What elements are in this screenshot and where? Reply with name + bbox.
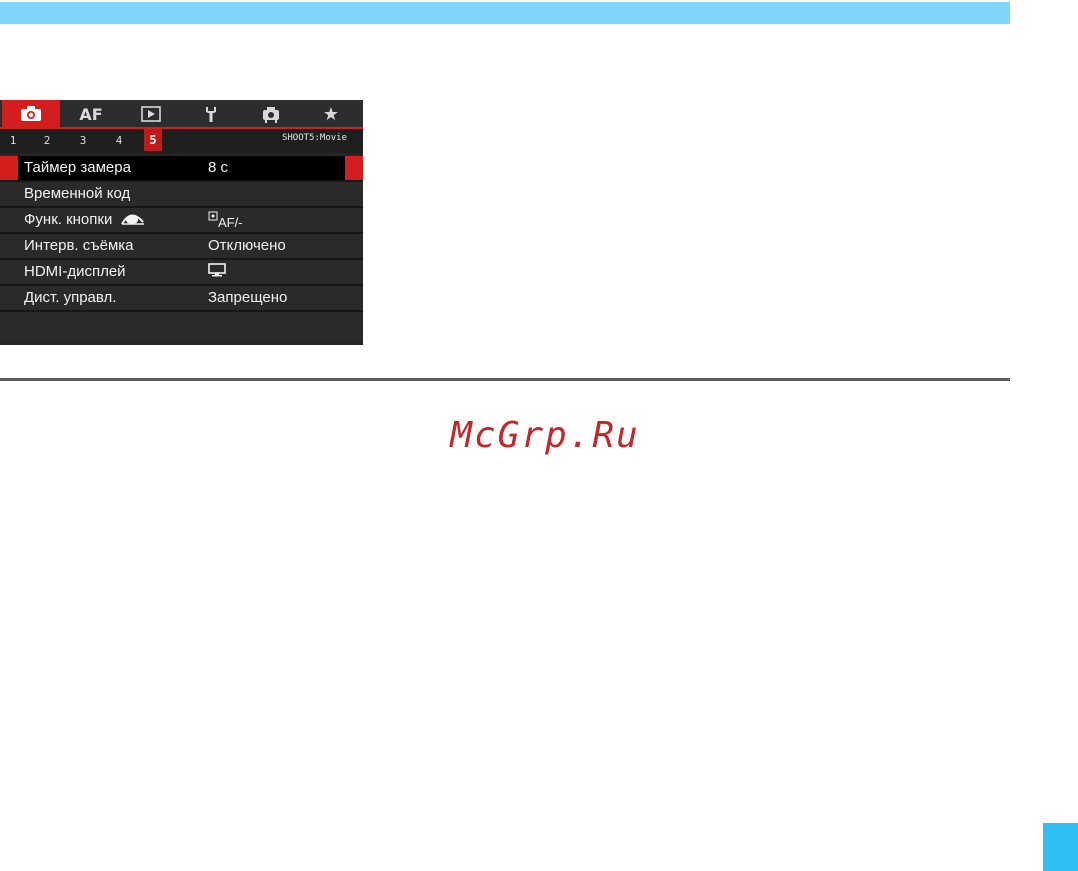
menu-row-empty [0, 312, 363, 340]
menu-row-remote-control[interactable]: Дист. управл. Запрещено [0, 286, 363, 312]
tab-custom-functions[interactable] [242, 100, 300, 128]
custom-functions-icon [263, 107, 279, 123]
subtab-2[interactable]: 2 [38, 129, 56, 151]
row-value: Запрещено [208, 289, 288, 306]
sub-tabs: 1 2 3 4 5 SHOOT5:Movie [0, 129, 363, 153]
star-icon: ★ [322, 103, 340, 125]
selection-edge-right [345, 156, 363, 180]
row-value: AF/- [218, 215, 243, 230]
tab-playback[interactable] [122, 100, 180, 128]
menu-row-hdmi-display[interactable]: HDMI-дисплей [0, 260, 363, 286]
playback-icon [141, 106, 161, 122]
subtab-4[interactable]: 4 [110, 129, 128, 151]
row-label: Функ. кнопки [24, 211, 113, 228]
menu-row-time-code[interactable]: Временной код [0, 182, 363, 208]
row-value: 8 с [208, 159, 229, 176]
selection-edge-left [0, 156, 18, 180]
camera-icon [21, 106, 41, 121]
subtab-5-label: 5 [149, 133, 157, 147]
section-divider [0, 378, 1010, 381]
row-label: HDMI-дисплей [24, 263, 126, 280]
subtab-5[interactable]: 5 [144, 129, 162, 151]
top-header-bar [0, 2, 1010, 24]
watermark-text: McGrp.Ru [450, 415, 640, 456]
subtab-4-label: 4 [115, 133, 123, 147]
eye-icon [120, 214, 144, 225]
row-label-wrap: Функ. кнопки [24, 211, 145, 228]
menu-row-metering-timer[interactable]: Таймер замера 8 с [0, 156, 363, 182]
tab-my-menu[interactable]: ★ [302, 100, 360, 128]
row-label: Дист. управл. [24, 289, 117, 306]
section-label: SHOOT5:Movie [281, 133, 347, 143]
row-value-wrap [208, 263, 226, 280]
row-value-wrap: AF/- [208, 211, 243, 231]
af-frame-icon [208, 211, 218, 221]
subtab-3[interactable]: 3 [74, 129, 92, 151]
subtab-2-label: 2 [43, 133, 51, 147]
page-corner-tab [1043, 823, 1078, 871]
wrench-icon [206, 107, 216, 122]
tab-af-label: AF [79, 104, 103, 124]
row-value: Отключено [208, 237, 286, 254]
camera-menu-screen: AF ★ 1 2 3 4 5 SHOOT5:Movie Таймер замер… [0, 100, 363, 345]
row-label: Таймер замера [24, 159, 131, 176]
subtab-1[interactable]: 1 [4, 129, 22, 151]
row-label: Временной код [24, 185, 131, 202]
menu-row-button-functions[interactable]: Функ. кнопки AF/- [0, 208, 363, 234]
subtab-3-label: 3 [79, 133, 87, 147]
tab-af[interactable]: AF [62, 100, 120, 128]
subtab-1-label: 1 [9, 133, 17, 147]
tab-setup[interactable] [182, 100, 240, 128]
menu-row-interval-shooting[interactable]: Интерв. съёмка Отключено [0, 234, 363, 260]
menu-list: Таймер замера 8 с Временной код Функ. кн… [0, 156, 363, 340]
tab-shooting[interactable] [2, 100, 60, 128]
screen-icon [208, 263, 226, 277]
row-label: Интерв. съёмка [24, 237, 134, 254]
main-tabs: AF ★ [0, 100, 363, 128]
